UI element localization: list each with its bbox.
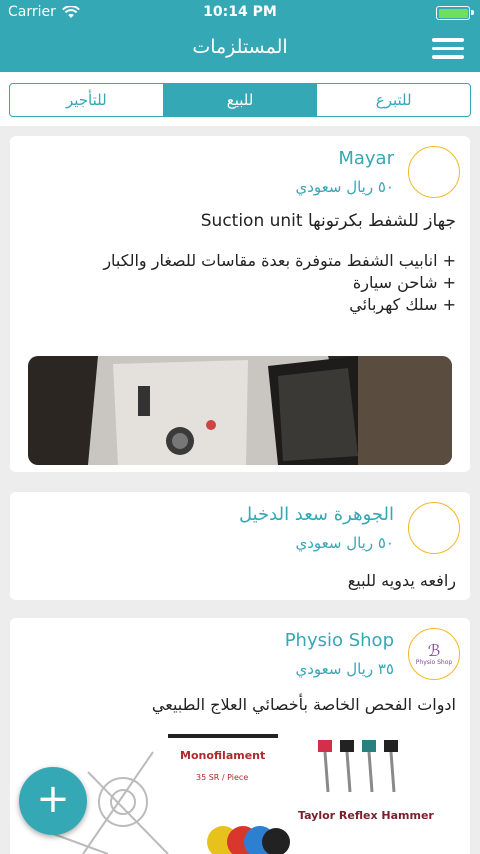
status-bar: Carrier 10:14 PM — [0, 0, 480, 24]
logo-text: Physio Shop — [415, 658, 453, 666]
logo-mark: ℬ — [427, 640, 441, 660]
post-author[interactable]: Physio Shop — [285, 630, 394, 651]
post-card[interactable]: Mayar ٥٠ ريال سعودي جهاز للشفط بكرتونها … — [10, 136, 470, 472]
post-photo[interactable]: Monofilament 35 SR / Piece Taylor Reflex… — [28, 732, 452, 854]
image-label: 35 SR / Piece — [196, 773, 249, 782]
tab-sale[interactable]: للبيع — [162, 84, 317, 116]
tab-donate[interactable]: للتبرع — [316, 84, 470, 116]
desc-line: جهاز للشفط بكرتونها Suction unit — [200, 211, 456, 231]
desc-line: + سلك كهربائي — [349, 295, 456, 314]
post-author[interactable]: الجوهرة سعد الدخيل — [239, 504, 394, 525]
post-price: ٥٠ ريال سعودي — [295, 178, 394, 196]
desc-line: + انابيب الشفط متوفرة بعدة مقاسات للصغار… — [103, 251, 456, 270]
add-post-button[interactable]: + — [19, 767, 87, 835]
segment-bar: للتأجير للبيع للتبرع — [0, 72, 480, 126]
segmented-control: للتأجير للبيع للتبرع — [9, 83, 471, 117]
image-label: Taylor Reflex Hammer — [298, 809, 434, 822]
post-photo[interactable] — [28, 356, 452, 465]
avatar[interactable] — [408, 502, 460, 554]
desc-line: + شاحن سيارة — [352, 273, 456, 292]
avatar[interactable]: ℬ Physio Shop — [408, 628, 460, 680]
page-title: المستلزمات — [192, 36, 288, 58]
post-description: ادوات الفحص الخاصة بأخصائي العلاج الطبيع… — [151, 695, 456, 714]
post-author[interactable]: Mayar — [338, 148, 394, 169]
status-time: 10:14 PM — [203, 4, 277, 20]
avatar[interactable] — [408, 146, 460, 198]
nav-header: Carrier 10:14 PM المستلزمات — [0, 0, 480, 72]
post-description: جهاز للشفط بكرتونها Suction unit + انابي… — [103, 210, 456, 316]
post-description: رافعه يدويه للبيع — [347, 571, 456, 590]
image-label: Monofilament — [180, 749, 266, 762]
post-card[interactable]: الجوهرة سعد الدخيل ٥٠ ريال سعودي رافعه ي… — [10, 492, 470, 600]
tab-rent[interactable]: للتأجير — [10, 84, 163, 116]
battery-icon — [436, 6, 474, 20]
post-price: ٥٠ ريال سعودي — [295, 534, 394, 552]
post-price: ٣٥ ريال سعودي — [295, 660, 394, 678]
hamburger-menu-icon[interactable] — [432, 38, 464, 60]
